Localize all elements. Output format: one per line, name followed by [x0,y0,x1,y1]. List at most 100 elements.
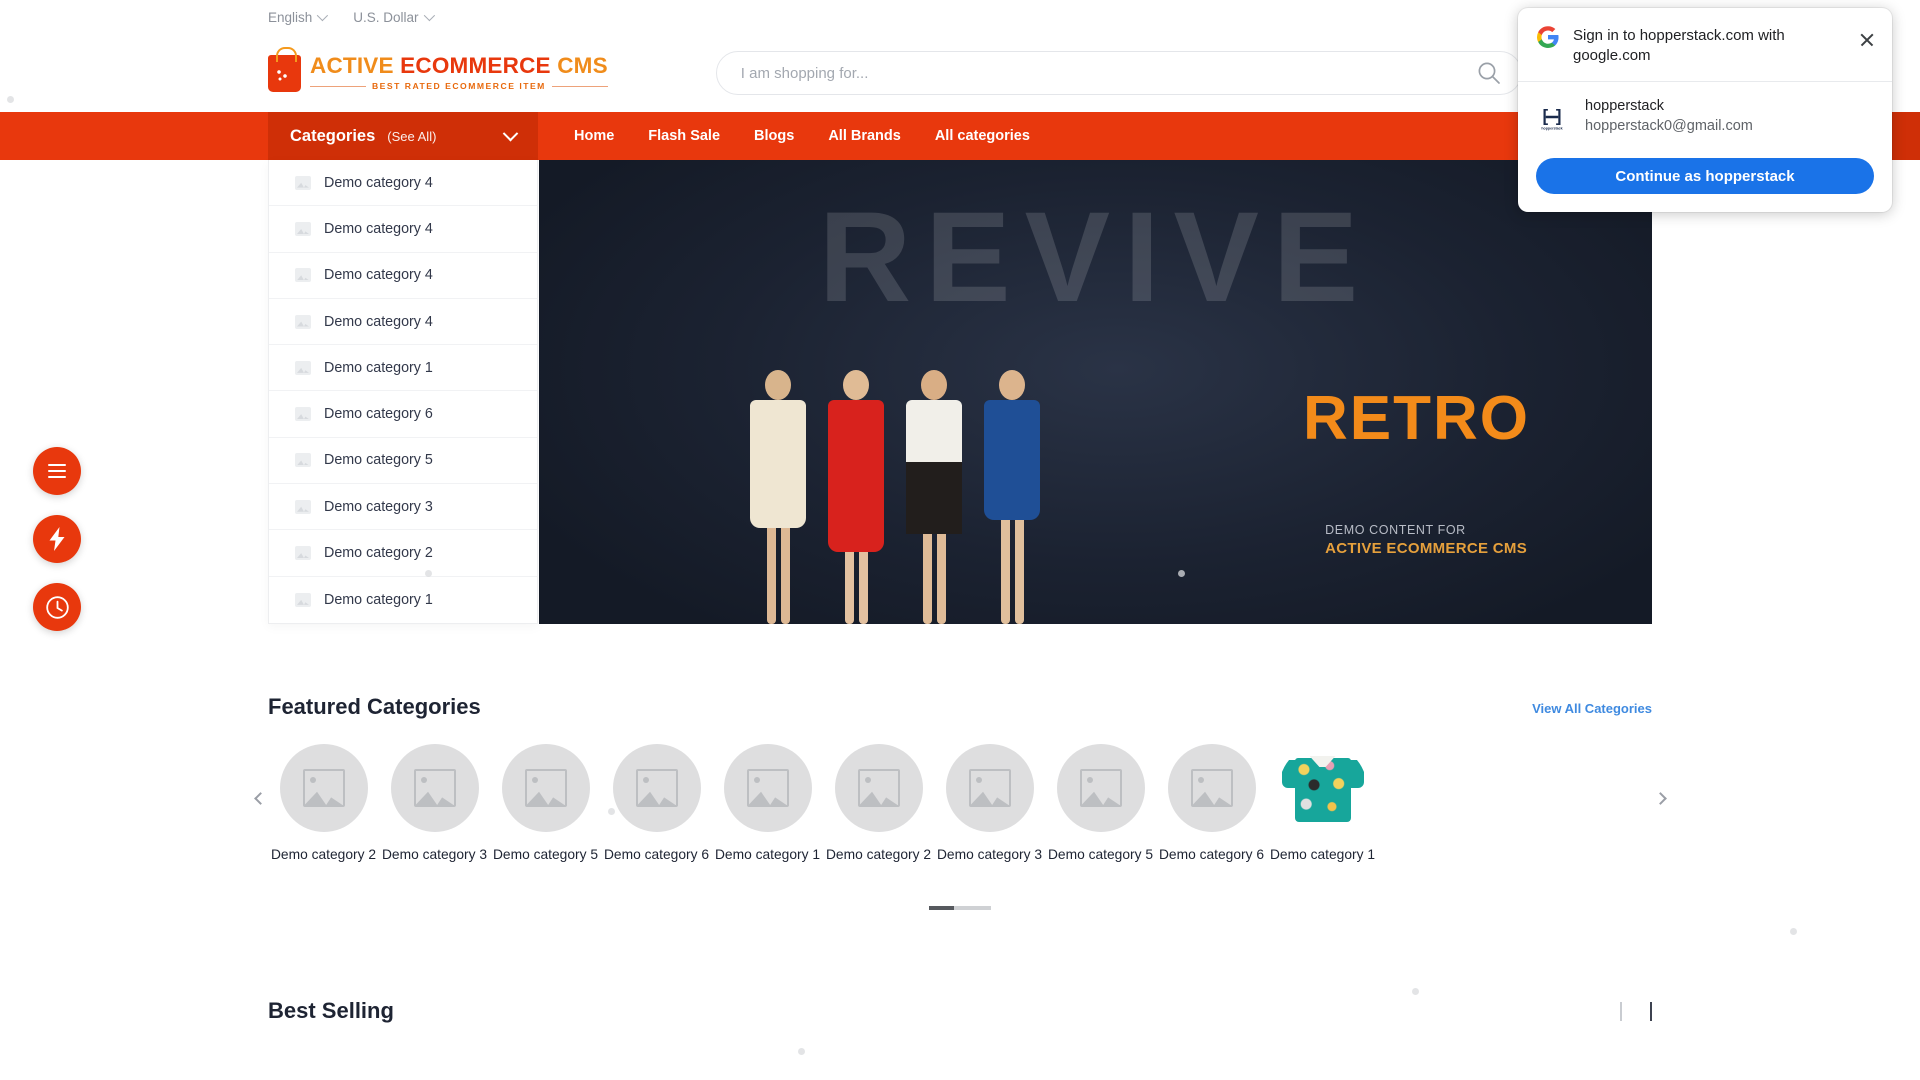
featured-category-label: Demo category 1 [712,847,823,864]
chevron-down-icon [503,125,519,141]
best-selling-next-button[interactable] [1650,1002,1652,1020]
category-panel-item-label: Demo category 1 [324,592,433,608]
featured-categories-track: Demo category 2 Demo category 3 Demo cat… [268,744,1652,864]
language-selector[interactable]: English [268,10,325,25]
svg-text:hopperstack: hopperstack [1541,126,1562,130]
currency-label: U.S. Dollar [353,10,418,25]
page-artifact-speck [1412,988,1419,995]
featured-category-image [1168,744,1256,832]
featured-categories-title: Featured Categories [268,694,481,720]
featured-category-card[interactable]: Demo category 6 [601,744,712,864]
category-panel-item[interactable]: Demo category 2 [269,530,537,576]
banner-model [973,370,1051,624]
featured-category-label: Demo category 3 [934,847,1045,864]
page-artifact-speck [1178,570,1185,577]
image-placeholder-icon [295,222,311,236]
carousel-pagination[interactable] [268,906,1652,910]
categories-see-all-label: (See All) [387,129,436,144]
chevron-down-icon [317,10,328,21]
google-popup-header: Sign in to hopperstack.com with google.c… [1518,8,1892,82]
nav-link-home[interactable]: Home [574,128,614,144]
tagline-rule-left [310,86,366,87]
category-panel-item[interactable]: Demo category 1 [269,345,537,391]
nav-link-flash-sale[interactable]: Flash Sale [648,128,720,144]
featured-category-label: Demo category 1 [1267,847,1378,864]
currency-selector[interactable]: U.S. Dollar [353,10,431,25]
featured-category-image [724,744,812,832]
image-placeholder-icon [636,769,678,807]
tagline-rule-right [552,86,608,87]
banner-demo-credit: DEMO CONTENT FOR ACTIVE ECOMMERCE CMS [1325,523,1527,557]
image-placeholder-icon [295,315,311,329]
category-panel-item[interactable]: Demo category 4 [269,160,537,206]
search-input[interactable] [716,51,1522,95]
featured-category-image [280,744,368,832]
featured-category-image [835,744,923,832]
best-selling-arrows [1620,1002,1652,1020]
featured-category-label: Demo category 2 [268,847,379,864]
image-placeholder-icon [525,769,567,807]
best-selling-prev-button[interactable] [1620,1002,1622,1020]
category-panel-item[interactable]: Demo category 4 [269,299,537,345]
image-placeholder-icon [969,769,1011,807]
category-panel-item[interactable]: Demo category 6 [269,391,537,437]
nav-link-blogs[interactable]: Blogs [754,128,794,144]
nav-link-all-brands[interactable]: All Brands [828,128,901,144]
site-logo[interactable]: ACTIVE ECOMMERCE CMS BEST RATED ECOMMERC… [268,55,608,92]
floating-flash-deal-button[interactable] [33,515,81,563]
page-root: English U.S. Dollar Become a Seller ACTI… [0,0,1920,1080]
category-panel-item-label: Demo category 2 [324,545,433,561]
hopperstack-logo-icon: hopperstack [1538,103,1566,131]
featured-category-image [502,744,590,832]
chevron-down-icon [423,10,434,21]
featured-category-card[interactable]: Demo category 6 [1156,744,1267,864]
categories-dropdown-toggle[interactable]: Categories (See All) [268,112,538,160]
featured-category-card[interactable]: Demo category 2 [268,744,379,864]
category-panel-item[interactable]: Demo category 1 [269,577,537,623]
view-all-categories-link[interactable]: View All Categories [1532,701,1652,716]
image-placeholder-icon [295,268,311,282]
banner-subline: RETRO [1303,388,1530,450]
google-popup-title: Sign in to hopperstack.com with google.c… [1573,25,1856,65]
featured-category-card[interactable]: Demo category 5 [490,744,601,864]
category-panel-item[interactable]: Demo category 4 [269,206,537,252]
image-placeholder-icon [414,769,456,807]
hero-banner[interactable]: REVIVE [539,160,1652,624]
google-account-details: hopperstack hopperstack0@gmail.com [1585,97,1753,136]
featured-category-image [946,744,1034,832]
chevron-right-icon [1654,792,1667,805]
search-button[interactable] [1476,60,1502,86]
nav-link-all-categories[interactable]: All categories [935,128,1030,144]
featured-category-label: Demo category 2 [823,847,934,864]
featured-category-card[interactable]: Demo category 5 [1045,744,1156,864]
banner-models-photo [739,370,1051,624]
chevron-left-icon [1620,1002,1622,1021]
pagination-track [929,906,991,910]
featured-category-card[interactable]: Demo category 3 [934,744,1045,864]
featured-category-card[interactable]: Demo category 1 [712,744,823,864]
featured-category-image [1057,744,1145,832]
shopping-bag-logo-icon [268,55,301,92]
chevron-right-icon [1650,1002,1652,1021]
featured-category-card[interactable]: Demo category 3 [379,744,490,864]
featured-category-card[interactable]: Demo category 1 [1267,744,1378,864]
featured-category-label: Demo category 6 [1156,847,1267,864]
floating-menu-button[interactable] [33,447,81,495]
featured-category-card[interactable]: Demo category 2 [823,744,934,864]
carousel-prev-button[interactable] [246,784,274,812]
carousel-next-button[interactable] [1646,784,1674,812]
page-artifact-speck [1790,928,1797,935]
banner-model [895,370,973,624]
hawaiian-shirt-photo [1282,751,1364,825]
close-icon[interactable] [1856,29,1878,51]
google-account-row[interactable]: hopperstack hopperstack hopperstack0@gma… [1518,82,1892,144]
category-panel-item-label: Demo category 4 [324,221,433,237]
logo-word-2: ECOMMERCE [400,53,551,78]
image-placeholder-icon [295,500,311,514]
category-panel-item[interactable]: Demo category 3 [269,484,537,530]
floating-todays-deal-button[interactable] [33,583,81,631]
continue-as-button[interactable]: Continue as hopperstack [1536,158,1874,194]
category-panel-item[interactable]: Demo category 4 [269,253,537,299]
floating-action-buttons [33,447,81,631]
category-panel-item[interactable]: Demo category 5 [269,438,537,484]
